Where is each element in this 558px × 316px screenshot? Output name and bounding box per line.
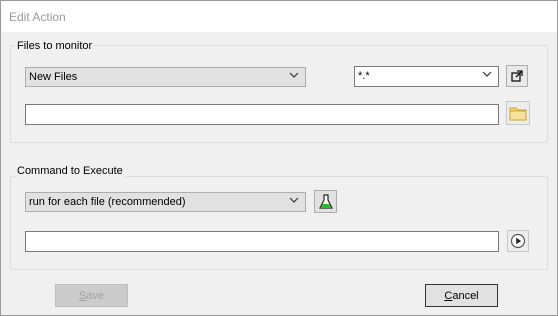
command-to-execute-legend: Command to Execute [15, 165, 125, 177]
command-input[interactable] [25, 231, 499, 252]
command-to-execute-group [10, 176, 548, 270]
title-bar[interactable]: Edit Action [1, 1, 557, 32]
files-to-monitor-group [10, 45, 548, 143]
test-command-button[interactable] [314, 190, 337, 213]
chevron-down-icon [482, 71, 492, 77]
monitor-type-select[interactable]: New Files [25, 67, 306, 87]
play-icon [510, 233, 526, 249]
cancel-button[interactable]: Cancel [425, 284, 498, 307]
save-button[interactable]: Save [55, 284, 128, 307]
save-button-label: Save [78, 289, 105, 302]
execution-mode-select[interactable]: run for each file (recommended) [25, 192, 306, 212]
flask-icon [318, 193, 333, 209]
files-to-monitor-legend: Files to monitor [15, 40, 95, 52]
file-mask-value: *.* [358, 70, 370, 82]
chevron-down-icon [289, 197, 299, 203]
edit-action-dialog: Edit Action Files to monitor New Files *… [0, 0, 558, 316]
window-title: Edit Action [9, 10, 66, 24]
cancel-button-label: Cancel [444, 289, 479, 302]
run-command-button[interactable] [507, 230, 529, 252]
execution-mode-value: run for each file (recommended) [29, 196, 186, 208]
open-external-button[interactable] [506, 65, 528, 87]
chevron-down-icon [289, 72, 299, 78]
folder-icon [509, 107, 527, 121]
browse-folder-button[interactable] [506, 101, 530, 125]
external-link-icon [511, 70, 523, 82]
file-mask-select[interactable]: *.* [354, 66, 499, 87]
monitor-path-input[interactable] [25, 104, 499, 125]
monitor-type-value: New Files [29, 71, 78, 83]
